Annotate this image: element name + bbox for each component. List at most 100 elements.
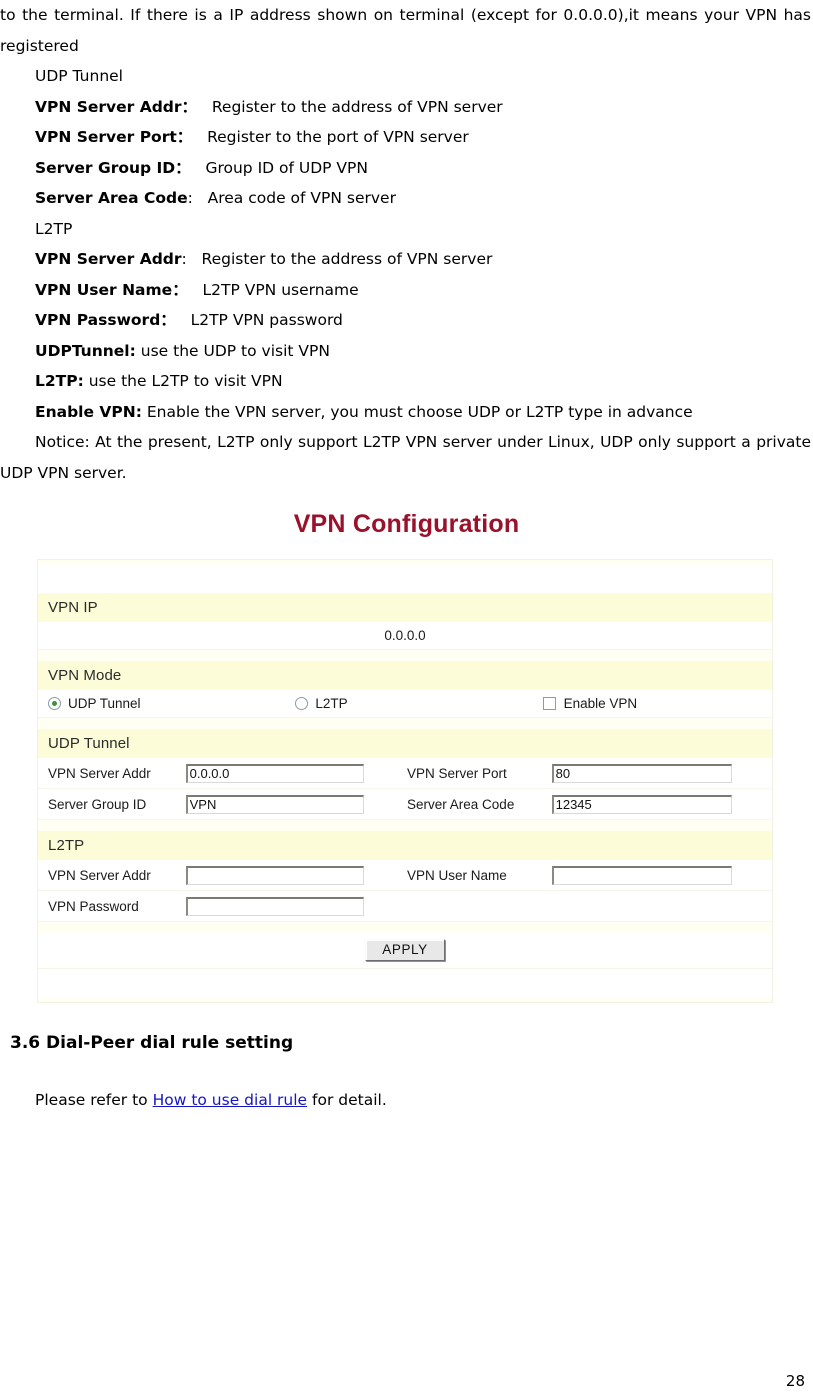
checkbox-enable-vpn-icon[interactable] <box>542 697 556 710</box>
input-vpn-password[interactable] <box>185 896 364 916</box>
panel-top-spacer <box>38 565 772 593</box>
notice-paragraph: Notice: At the present, L2TP only suppor… <box>0 433 811 482</box>
input-vpn-user-name[interactable] <box>551 865 732 885</box>
definition-line-l2tp: L2TP: use the L2TP to visit VPN <box>0 366 811 397</box>
input-l2tp-vpn-server-addr[interactable] <box>185 865 364 885</box>
apply-button[interactable]: APPLY <box>365 939 445 961</box>
input-server-group-id[interactable] <box>185 794 364 814</box>
definition-line-udp-tunnel-heading: UDP Tunnel <box>0 61 811 92</box>
field-label-server-area-code: Server Area Code <box>407 796 515 812</box>
definition-desc: L2TP VPN username <box>202 280 359 299</box>
field-cell <box>185 794 407 814</box>
apply-row: APPLY <box>38 933 772 969</box>
definition-desc: Enable the VPN server, you must choose U… <box>146 402 693 421</box>
panel-bottom-spacer <box>38 969 772 997</box>
definition-separator: ： <box>176 128 193 146</box>
definition-term: VPN Server Addr <box>35 97 182 116</box>
l2tp-row-2: VPN Password <box>38 891 772 922</box>
radio-l2tp-icon[interactable] <box>295 697 309 710</box>
definition-line-l2tp-heading: L2TP <box>0 214 811 245</box>
field-cell <box>551 865 772 885</box>
mode-option-l2tp[interactable]: L2TP <box>295 696 542 711</box>
definition-line-vpn-server-addr-udp: VPN Server Addr： Register to the address… <box>0 92 811 123</box>
field-cell <box>551 794 772 814</box>
definition-desc: Register to the address of VPN server <box>211 97 503 116</box>
definition-line-server-group-id: Server Group ID： Group ID of UDP VPN <box>0 153 811 184</box>
field-cell <box>185 896 407 916</box>
field-cell <box>185 763 407 783</box>
definition-desc: L2TP VPN password <box>190 311 343 329</box>
input-server-area-code[interactable] <box>551 794 732 814</box>
section-header-vpn-mode: VPN Mode <box>38 661 772 690</box>
section-header-vpn-ip: VPN IP <box>38 593 772 622</box>
definition-term: Enable VPN: <box>35 402 142 421</box>
definition-separator: : <box>181 250 187 268</box>
definition-term: UDPTunnel: <box>35 341 136 360</box>
definition-line-enable-vpn: Enable VPN: Enable the VPN server, you m… <box>0 397 811 428</box>
radio-udp-tunnel-icon[interactable] <box>48 697 61 710</box>
reference-prefix: Please refer to <box>35 1091 153 1109</box>
definition-desc: Group ID of UDP VPN <box>205 158 368 177</box>
definition-term: VPN Server Port <box>35 128 177 146</box>
udp-tunnel-row-1: VPN Server Addr VPN Server Port <box>38 758 772 789</box>
definition-separator: ： <box>181 97 198 116</box>
intro-paragraph: to the terminal. If there is a IP addres… <box>0 6 811 55</box>
definition-desc: use the L2TP to visit VPN <box>88 372 283 390</box>
input-udp-vpn-server-port[interactable] <box>551 763 732 783</box>
definition-separator: ： <box>160 311 176 329</box>
vpn-ip-value-row: 0.0.0.0 <box>38 622 772 650</box>
section-heading-3-6: 3.6 Dial-Peer dial rule setting <box>10 1033 294 1053</box>
definition-desc: Area code of VPN server <box>207 189 396 207</box>
definition-line-vpn-user-name: VPN User Name： L2TP VPN username <box>0 275 811 306</box>
udp-tunnel-row-2: Server Group ID Server Area Code <box>38 789 772 820</box>
definition-term: VPN User Name <box>35 280 173 299</box>
field-label-vpn-password: VPN Password <box>48 898 139 914</box>
definition-term: VPN Password <box>35 311 161 329</box>
definition-separator: : <box>187 189 193 207</box>
definition-desc: L2TP <box>35 219 73 238</box>
mode-option-label: Enable VPN <box>563 696 638 711</box>
definition-desc: Register to the address of VPN server <box>201 250 493 268</box>
definition-line-server-area-code: Server Area Code: Area code of VPN serve… <box>0 183 811 214</box>
field-label-server-group-id: Server Group ID <box>48 796 147 812</box>
definition-desc: UDP Tunnel <box>35 67 123 85</box>
definition-separator: ： <box>172 280 188 299</box>
document-body: to the terminal. If there is a IP addres… <box>0 0 813 488</box>
field-label-vpn-user-name: VPN User Name <box>407 867 507 883</box>
definition-term: Server Area Code <box>35 189 188 207</box>
how-to-use-dial-rule-link[interactable]: How to use dial rule <box>153 1091 308 1109</box>
page-number: 28 <box>785 1372 805 1390</box>
field-cell-empty <box>407 891 552 921</box>
mode-option-enable-vpn[interactable]: Enable VPN <box>542 696 772 711</box>
definition-term: VPN Server Addr <box>35 250 182 268</box>
field-label-vpn-server-addr: VPN Server Addr <box>48 765 151 781</box>
definition-desc: Register to the port of VPN server <box>207 128 469 146</box>
vpn-configuration-panel: VPN IP 0.0.0.0 VPN Mode UDP Tunnel L2TP … <box>37 559 773 1003</box>
figure-title: VPN Configuration <box>293 510 520 538</box>
mode-option-udp-tunnel[interactable]: UDP Tunnel <box>38 696 295 711</box>
definition-line-vpn-server-port: VPN Server Port： Register to the port of… <box>0 122 811 153</box>
field-cell-empty <box>552 891 772 921</box>
input-udp-vpn-server-addr[interactable] <box>185 763 364 783</box>
definition-line-vpn-server-addr-l2tp: VPN Server Addr: Register to the address… <box>0 244 811 275</box>
reference-line: Please refer to How to use dial rule for… <box>35 1091 813 1109</box>
field-cell <box>185 865 407 885</box>
field-label-vpn-server-port: VPN Server Port <box>407 765 507 781</box>
field-cell <box>551 763 772 783</box>
definition-line-udptunnel: UDPTunnel: use the UDP to visit VPN <box>0 336 811 367</box>
definition-term: L2TP: <box>35 372 84 390</box>
section-header-udp-tunnel: UDP Tunnel <box>38 729 772 758</box>
definition-desc: use the UDP to visit VPN <box>140 341 330 360</box>
l2tp-row-1: VPN Server Addr VPN User Name <box>38 860 772 891</box>
field-label-l2tp-vpn-server-addr: VPN Server Addr <box>48 867 151 883</box>
mode-option-label: UDP Tunnel <box>68 696 141 711</box>
mode-option-label: L2TP <box>315 696 348 711</box>
vpn-configuration-figure: VPN Configuration VPN IP 0.0.0.0 VPN Mod… <box>0 510 813 1003</box>
definition-term: Server Group ID <box>35 158 176 177</box>
reference-suffix: for detail. <box>307 1091 387 1109</box>
section-header-l2tp: L2TP <box>38 831 772 860</box>
